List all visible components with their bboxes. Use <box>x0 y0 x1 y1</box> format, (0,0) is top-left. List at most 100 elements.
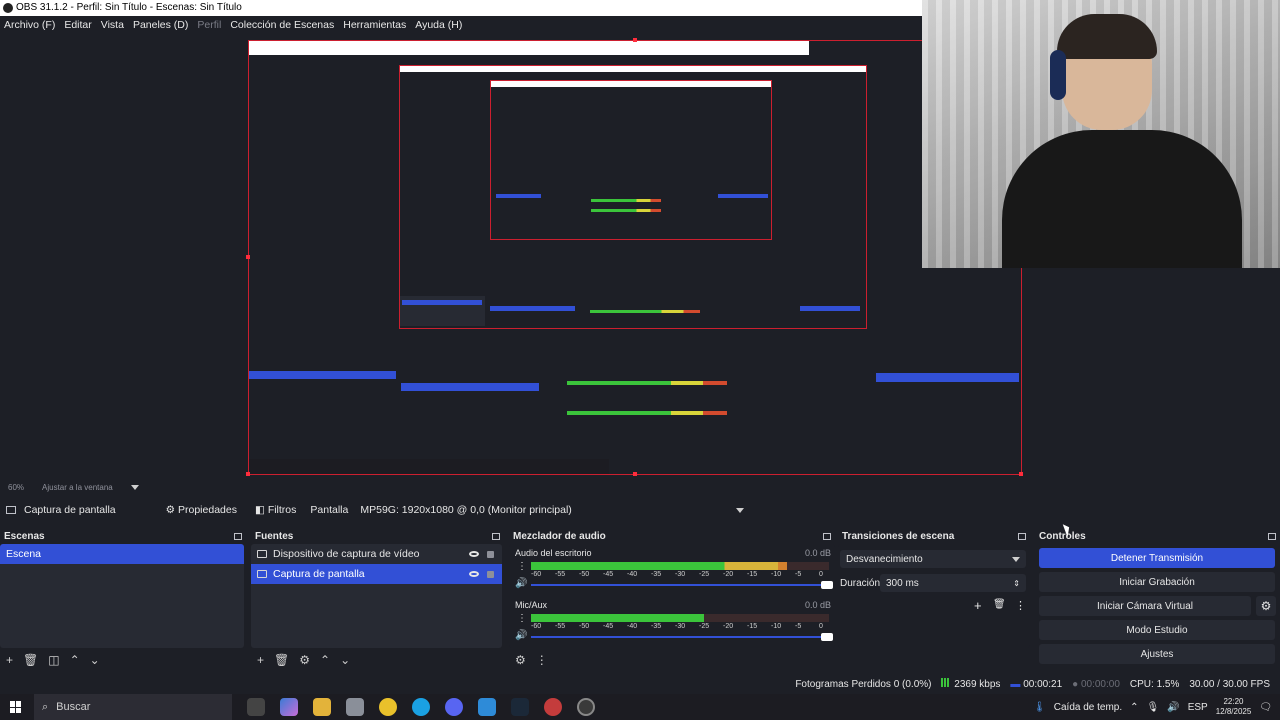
zoom-dropdown-icon[interactable] <box>130 484 139 490</box>
scale-tick-label: -30 <box>675 571 686 578</box>
menu-docks[interactable]: Paneles (D) <box>133 19 188 31</box>
start-recording-button[interactable]: Iniciar Grabación <box>1039 572 1275 592</box>
kebab-menu-icon[interactable]: ⋮ <box>1015 599 1026 612</box>
trash-icon[interactable]: 🗑 <box>23 653 38 667</box>
scale-tick-label: -60 <box>531 571 542 578</box>
resize-handle-bottom[interactable] <box>633 472 637 476</box>
duration-spinbox[interactable]: 300 ms ⇕ <box>880 574 1026 592</box>
chevron-down-icon[interactable]: ⌄ <box>340 653 350 667</box>
speaker-icon[interactable]: 🔊 <box>515 578 527 589</box>
menu-file[interactable]: Archivo (F) <box>4 19 55 31</box>
source-item[interactable]: Captura de pantalla <box>251 564 502 584</box>
add-icon[interactable]: + <box>974 598 982 613</box>
start-virtual-camera-button[interactable]: Iniciar Cámara Virtual <box>1039 596 1251 616</box>
scale-tick-label: -40 <box>627 623 638 630</box>
duration-value: 300 ms <box>886 577 919 589</box>
popout-icon[interactable] <box>1268 532 1276 540</box>
taskbar-search-label: Buscar <box>56 701 91 713</box>
chevron-up-icon[interactable]: ⌃ <box>320 653 330 667</box>
chevron-down-icon[interactable]: ⌄ <box>90 653 100 667</box>
volume-slider[interactable] <box>531 633 833 641</box>
menu-edit[interactable]: Editar <box>64 19 91 31</box>
gear-icon[interactable]: ⚙ <box>299 653 310 667</box>
transition-select[interactable]: Desvanecimiento <box>840 550 1026 568</box>
discord-icon[interactable] <box>445 698 463 716</box>
virtual-camera-settings-button[interactable]: ⚙ <box>1256 596 1276 616</box>
app-icon[interactable] <box>478 698 496 716</box>
menu-scene-collection[interactable]: Colección de Escenas <box>230 19 334 31</box>
taskbar-search[interactable]: ⌕ Buscar <box>34 694 232 720</box>
notifications-icon[interactable]: 🗨 <box>1259 702 1272 713</box>
trash-icon[interactable]: 🗑 <box>274 653 289 667</box>
kebab-menu-icon[interactable]: ⋮ <box>517 561 527 572</box>
windows-start-icon[interactable] <box>10 701 22 713</box>
microphone-icon[interactable]: 🎙 <box>1147 702 1160 713</box>
display-select[interactable]: MP59G: 1920x1080 @ 0,0 (Monitor principa… <box>354 501 751 519</box>
filters-button[interactable]: ◧ Filtros <box>249 501 302 519</box>
mixer-channel: Audio del escritorio 0.0 dB ⋮ -60 -55 -50-… <box>515 548 833 590</box>
task-view-icon[interactable] <box>247 698 265 716</box>
sources-dock-header: Fuentes <box>251 528 504 544</box>
volume-slider[interactable] <box>531 581 833 589</box>
menu-profile[interactable]: Perfil <box>197 19 221 31</box>
resize-handle-left[interactable] <box>246 255 250 259</box>
screen-capture-preview[interactable] <box>248 40 1022 475</box>
eye-icon[interactable] <box>469 571 479 577</box>
edge-icon[interactable] <box>412 698 430 716</box>
audio-mixer-dock: Mezclador de audio Audio del escritorio … <box>509 528 835 670</box>
lock-icon[interactable] <box>487 550 494 558</box>
webcam-feed[interactable] <box>922 0 1280 268</box>
scene-item[interactable]: Escena <box>0 544 244 564</box>
advanced-audio-icon[interactable]: ⚙ <box>515 653 526 667</box>
file-explorer-icon[interactable] <box>313 698 331 716</box>
stop-streaming-button[interactable]: Detener Transmisión <box>1039 548 1275 568</box>
chevron-up-icon[interactable]: ⌃ <box>70 653 80 667</box>
clock[interactable]: 22:20 12/8/2025 <box>1216 697 1252 717</box>
weather-label[interactable]: Caída de temp. <box>1054 702 1122 713</box>
scale-tick-label: -20 <box>723 571 734 578</box>
popout-icon[interactable] <box>234 532 242 540</box>
popout-icon[interactable] <box>823 532 831 540</box>
steam-icon[interactable] <box>511 698 529 716</box>
popout-icon[interactable] <box>1018 532 1026 540</box>
chevron-up-icon[interactable]: ⌃ <box>1130 702 1138 713</box>
bitrate: 2369 kbps <box>954 679 1001 690</box>
trash-icon[interactable]: 🗑 <box>993 599 1006 610</box>
mixer-toolbar: ⚙ ⋮ <box>509 650 835 670</box>
kebab-menu-icon[interactable]: ⋮ <box>536 653 548 667</box>
menu-view[interactable]: Vista <box>101 19 124 31</box>
volume-icon[interactable]: 🔊 <box>1167 702 1179 713</box>
copilot-icon[interactable] <box>280 698 298 716</box>
kebab-menu-icon[interactable]: ⋮ <box>517 613 527 624</box>
settings-button[interactable]: Ajustes <box>1039 644 1275 664</box>
menu-help[interactable]: Ayuda (H) <box>415 19 462 31</box>
popout-icon[interactable] <box>492 532 500 540</box>
display-select-value: MP59G: 1920x1080 @ 0,0 (Monitor principa… <box>360 504 572 516</box>
language-label[interactable]: ESP <box>1188 702 1208 713</box>
window-title: OBS 31.1.2 - Perfil: Sin Título - Escena… <box>16 2 242 13</box>
properties-button[interactable]: ⚙ Propiedades <box>160 501 243 519</box>
taskbar: ⌕ Buscar 🌡 Caída de temp. ⌃ 🎙 🔊 ESP 22:2… <box>0 694 1280 720</box>
add-icon[interactable]: + <box>6 653 13 667</box>
chrome-icon[interactable] <box>379 698 397 716</box>
obs-icon[interactable] <box>577 698 595 716</box>
studio-mode-button[interactable]: Modo Estudio <box>1039 620 1275 640</box>
menu-tools[interactable]: Herramientas <box>343 19 406 31</box>
zoom-level[interactable]: 60% <box>8 483 24 492</box>
lock-icon[interactable] <box>487 570 494 578</box>
resize-handle-bottom-right[interactable] <box>1019 472 1023 476</box>
eye-icon[interactable] <box>469 551 479 557</box>
resize-handle-bottom-left[interactable] <box>246 472 250 476</box>
speaker-icon[interactable]: 🔊 <box>515 630 527 641</box>
chrome-icon[interactable] <box>544 698 562 716</box>
add-icon[interactable]: + <box>257 653 264 667</box>
source-item[interactable]: Dispositivo de captura de vídeo <box>251 544 502 564</box>
transitions-title: Transiciones de escena <box>842 530 955 542</box>
filter-icon[interactable]: ◫ <box>48 653 59 667</box>
scale-tick-label: 0 <box>819 571 823 578</box>
app-icon[interactable] <box>346 698 364 716</box>
resize-handle-top[interactable] <box>633 38 637 42</box>
scenes-title: Escenas <box>4 530 45 542</box>
fit-window-label[interactable]: Ajustar a la ventana <box>42 483 113 492</box>
status-bar: Fotogramas Perdidos 0 (0.0%) 2369 kbps ▬… <box>0 676 1280 692</box>
